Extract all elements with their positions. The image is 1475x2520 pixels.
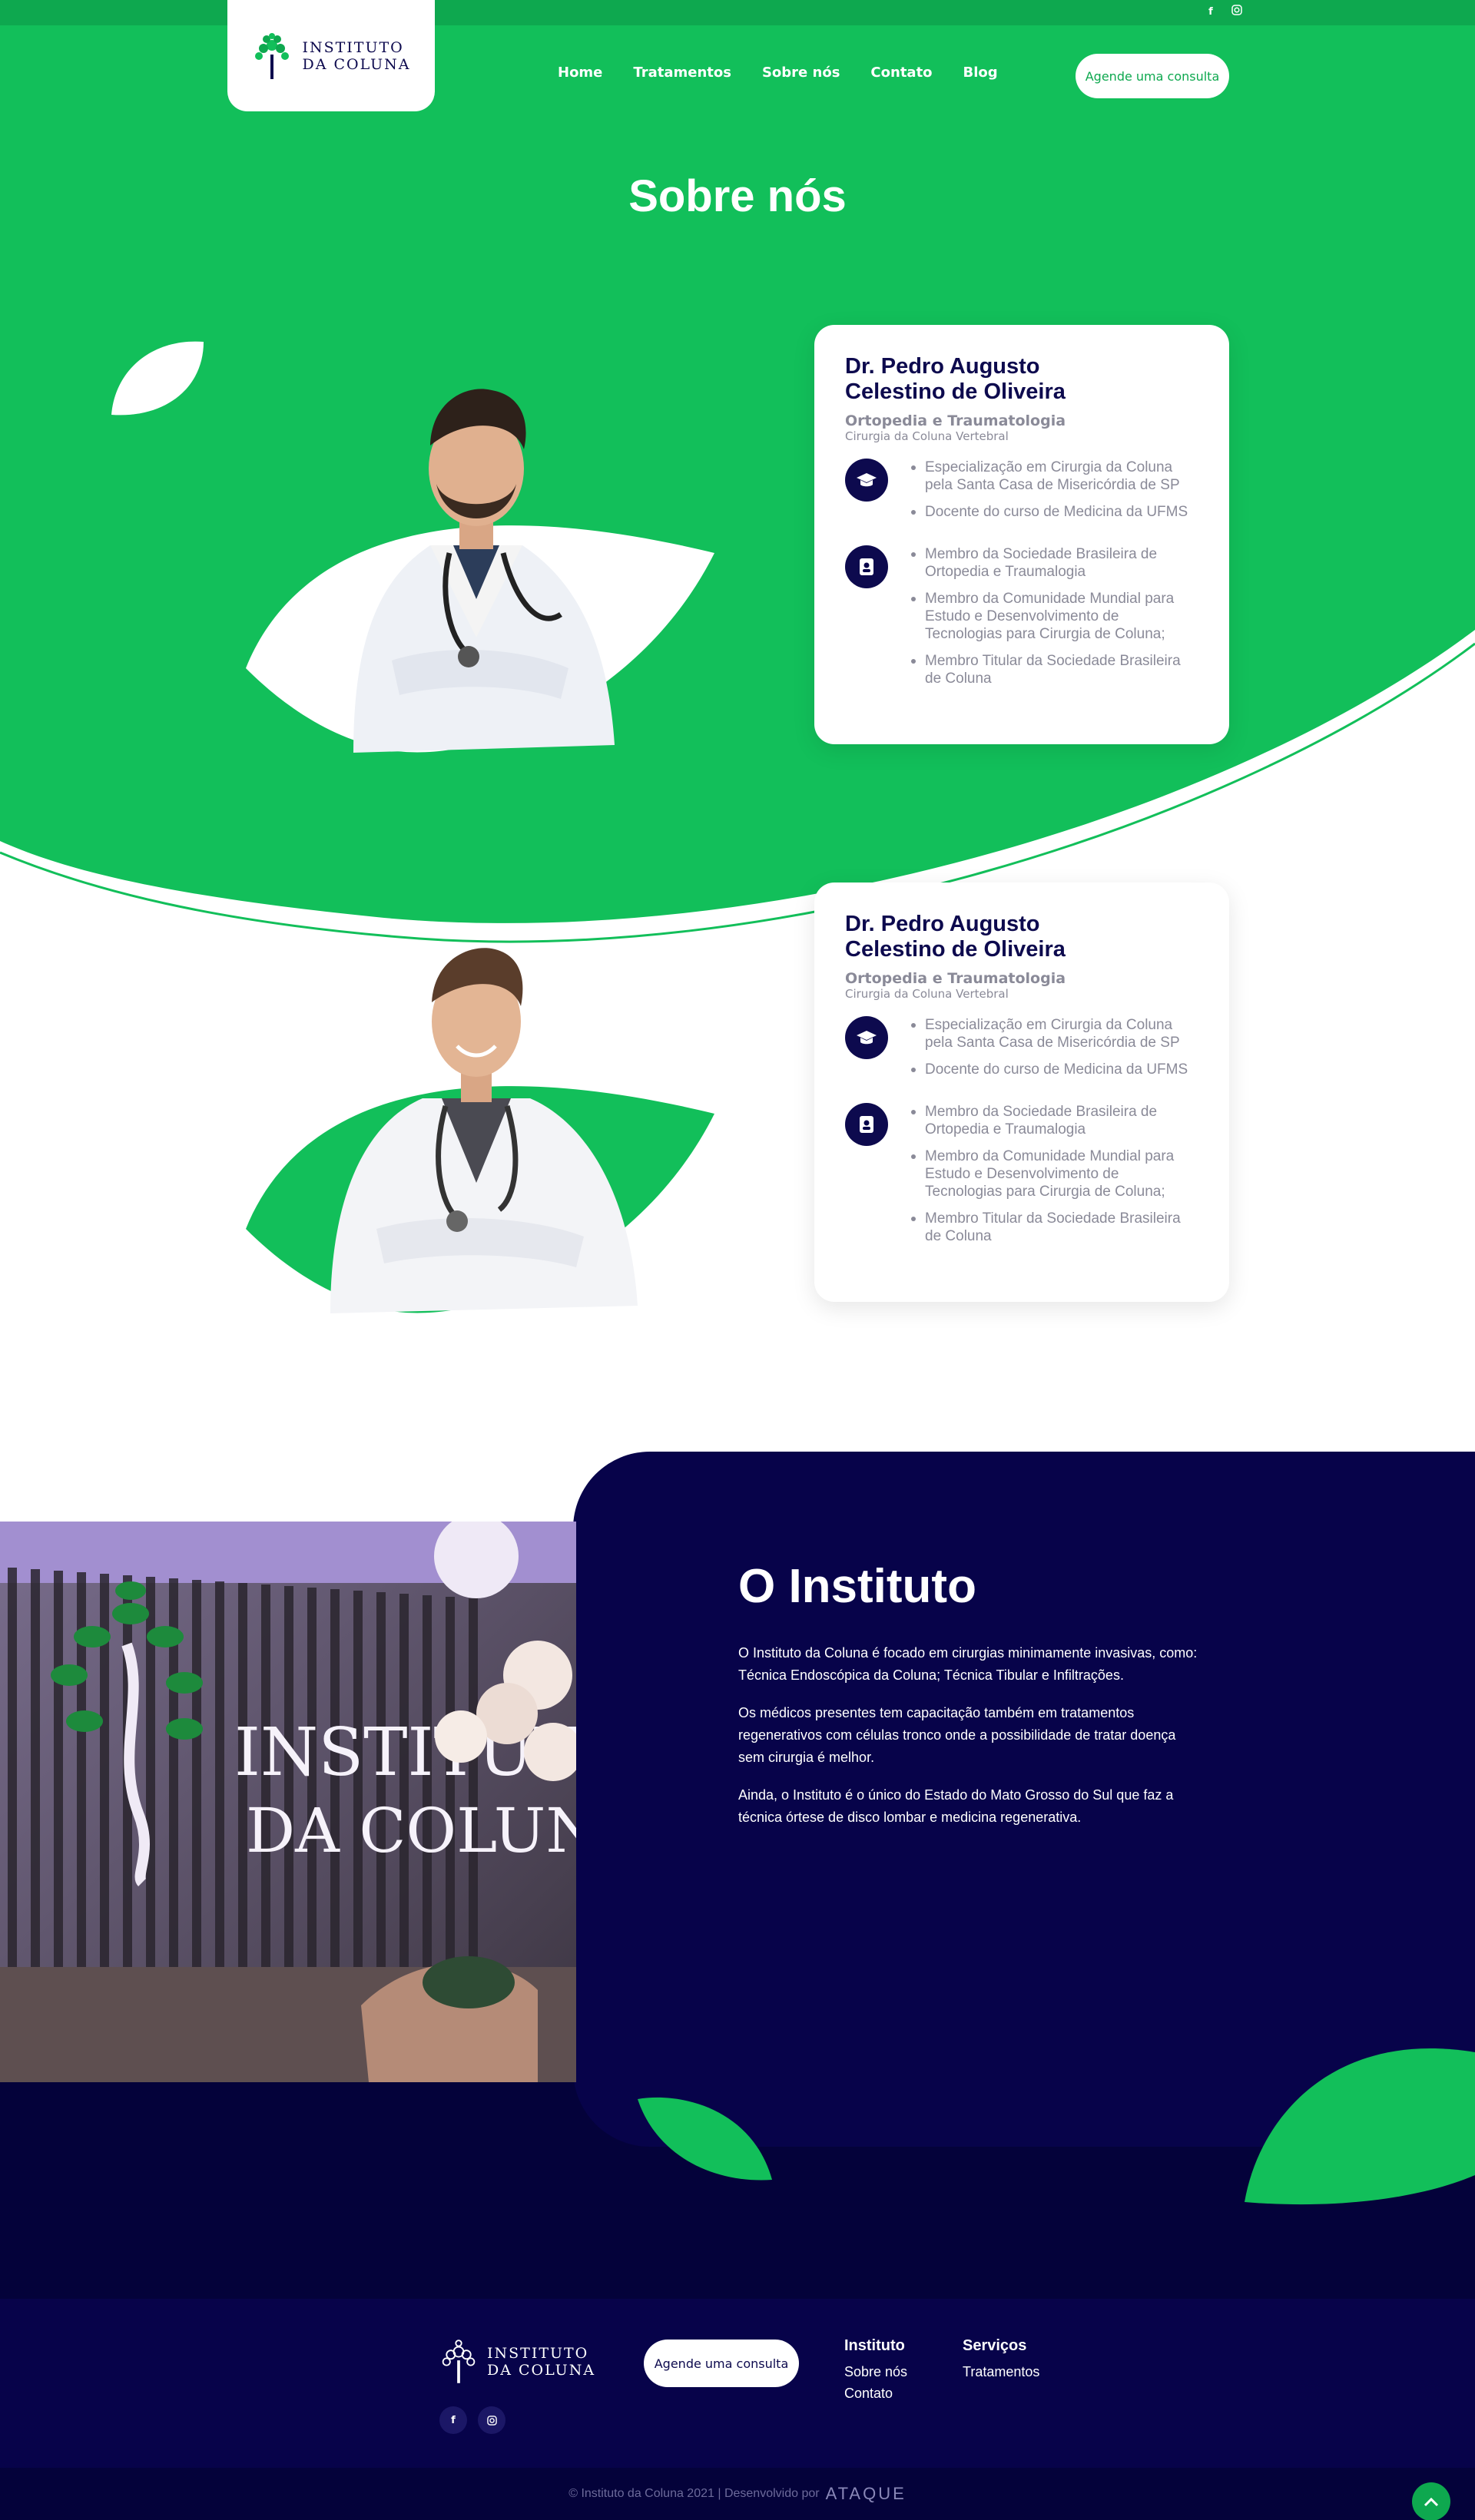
footer-social-links: f <box>439 2406 505 2434</box>
graduation-cap-icon <box>845 1016 888 1059</box>
schedule-button[interactable]: Agende uma consulta <box>1076 54 1229 98</box>
list-item: Membro da Comunidade Mundial para Estudo… <box>908 1147 1198 1200</box>
doctor-name: Dr. Pedro Augusto Celestino de Oliveira <box>845 354 1198 405</box>
copyright-text: © Instituto da Coluna 2021 | Desenvolvid… <box>568 2487 820 2500</box>
footer-link-contato[interactable]: Contato <box>844 2383 907 2404</box>
doctor-subspecialty: Cirurgia da Coluna Vertebral <box>845 429 1009 443</box>
doctor-specialty: Ortopedia e Traumatologia <box>845 412 1066 429</box>
list-item: Membro da Comunidade Mundial para Estudo… <box>908 590 1198 643</box>
chevron-up-icon <box>1424 2497 1439 2507</box>
doctor-specialty: Ortopedia e Traumatologia <box>845 970 1066 987</box>
list-item: Membro da Sociedade Brasileira de Ortope… <box>908 1103 1198 1138</box>
footer: INSTITUTO DA COLUNA f Agende uma consult… <box>0 2299 1475 2468</box>
top-bar <box>0 0 1475 25</box>
doctor-card-2: Dr. Pedro Augusto Celestino de Oliveira … <box>814 882 1229 1302</box>
hero-background <box>0 0 1475 943</box>
page-title: Sobre nós <box>628 171 847 221</box>
footer-logo[interactable]: INSTITUTO DA COLUNA <box>439 2339 595 2385</box>
list-item: Membro Titular da Sociedade Brasileira d… <box>908 1210 1198 1245</box>
education-list: Especialização em Cirurgia da Coluna pel… <box>908 1016 1198 1088</box>
logo[interactable]: INSTITUTO DA COLUNA <box>227 0 435 111</box>
leaf-decoration <box>1245 2048 1475 2205</box>
developer-logo[interactable]: ATAQUE <box>826 2484 907 2504</box>
footer-col-servicos: Serviços Tratamentos <box>963 2337 1039 2383</box>
instagram-icon[interactable] <box>478 2406 505 2434</box>
nav-blog[interactable]: Blog <box>963 65 998 81</box>
doctor-photo-2 <box>246 948 714 1313</box>
doctor-name-line-2: Celestino de Oliveira <box>845 937 1066 962</box>
top-social-links: f <box>1203 5 1245 20</box>
brand-line-1: INSTITUTO <box>302 38 404 56</box>
membership-list: Membro da Sociedade Brasileira de Ortope… <box>908 1103 1198 1254</box>
leaf-decoration <box>111 341 204 416</box>
education-group: Especialização em Cirurgia da Coluna pel… <box>845 1016 1198 1088</box>
list-item: Docente do curso de Medicina da UFMS <box>908 1061 1198 1078</box>
doctor-photo-1 <box>246 389 714 753</box>
instituto-paragraph-1: O Instituto da Coluna é focado em cirurg… <box>738 1645 1198 1683</box>
list-item: Membro da Sociedade Brasileira de Ortope… <box>908 545 1198 581</box>
nav-contato[interactable]: Contato <box>870 65 932 81</box>
instituto-paragraph-2: Os médicos presentes tem capacitação tam… <box>738 1705 1176 1765</box>
membership-list: Membro da Sociedade Brasileira de Ortope… <box>908 545 1198 697</box>
graduation-cap-icon <box>845 459 888 502</box>
list-item: Membro Titular da Sociedade Brasileira d… <box>908 652 1198 687</box>
instagram-icon[interactable] <box>1229 5 1245 20</box>
list-item: Docente do curso de Medicina da UFMS <box>908 503 1198 521</box>
membership-group: Membro da Sociedade Brasileira de Ortope… <box>845 1103 1198 1254</box>
id-badge-icon <box>845 545 888 588</box>
doctor-name-line-2: Celestino de Oliveira <box>845 379 1066 404</box>
instituto-sign-line-2: DA COLUNA <box>246 1795 576 1866</box>
footer-col-instituto: Instituto Sobre nós Contato <box>844 2337 907 2404</box>
doctor-subspecialty: Cirurgia da Coluna Vertebral <box>845 987 1009 1001</box>
main-nav: Home Tratamentos Sobre nós Contato Blog <box>558 65 998 81</box>
copyright-bar: © Instituto da Coluna 2021 | Desenvolvid… <box>0 2468 1475 2520</box>
instituto-reception-photo: INSTITUTO DA COLUNA <box>0 1522 576 2082</box>
id-badge-icon <box>845 1103 888 1146</box>
doctor-card-1: Dr. Pedro Augusto Celestino de Oliveira … <box>814 325 1229 744</box>
instituto-title: O Instituto <box>738 1560 976 1613</box>
footer-col-title: Serviços <box>963 2337 1027 2354</box>
membership-group: Membro da Sociedade Brasileira de Ortope… <box>845 545 1198 697</box>
footer-col-title: Instituto <box>844 2337 905 2354</box>
doctor-name-line-1: Dr. Pedro Augusto <box>845 354 1040 379</box>
education-group: Especialização em Cirurgia da Coluna pel… <box>845 459 1198 530</box>
doctor-name: Dr. Pedro Augusto Celestino de Oliveira <box>845 912 1198 962</box>
footer-link-tratamentos[interactable]: Tratamentos <box>963 2361 1039 2383</box>
footer-link-sobre-nos[interactable]: Sobre nós <box>844 2361 907 2383</box>
brand-line-2: DA COLUNA <box>302 55 411 73</box>
tree-logo-icon <box>255 32 290 79</box>
tree-logo-icon <box>442 2340 476 2383</box>
nav-sobre-nos[interactable]: Sobre nós <box>762 65 840 81</box>
footer-schedule-button[interactable]: Agende uma consulta <box>644 2340 799 2387</box>
brand-line-1: INSTITUTO <box>487 2345 589 2362</box>
education-list: Especialização em Cirurgia da Coluna pel… <box>908 459 1198 530</box>
instituto-paragraph-3: Ainda, o Instituto é o único do Estado d… <box>738 1787 1174 1825</box>
leaf-decoration <box>638 2097 772 2181</box>
nav-tratamentos[interactable]: Tratamentos <box>633 65 731 81</box>
brand-line-2: DA COLUNA <box>487 2362 596 2379</box>
instituto-text: O Instituto da Coluna é focado em cirurg… <box>738 1642 1199 1844</box>
list-item: Especialização em Cirurgia da Coluna pel… <box>908 1016 1198 1051</box>
list-item: Especialização em Cirurgia da Coluna pel… <box>908 459 1198 494</box>
facebook-icon[interactable]: f <box>439 2406 467 2434</box>
scroll-to-top-button[interactable] <box>1412 2482 1450 2520</box>
facebook-icon[interactable]: f <box>1203 5 1218 20</box>
nav-home[interactable]: Home <box>558 65 602 81</box>
doctor-name-line-1: Dr. Pedro Augusto <box>845 912 1040 936</box>
